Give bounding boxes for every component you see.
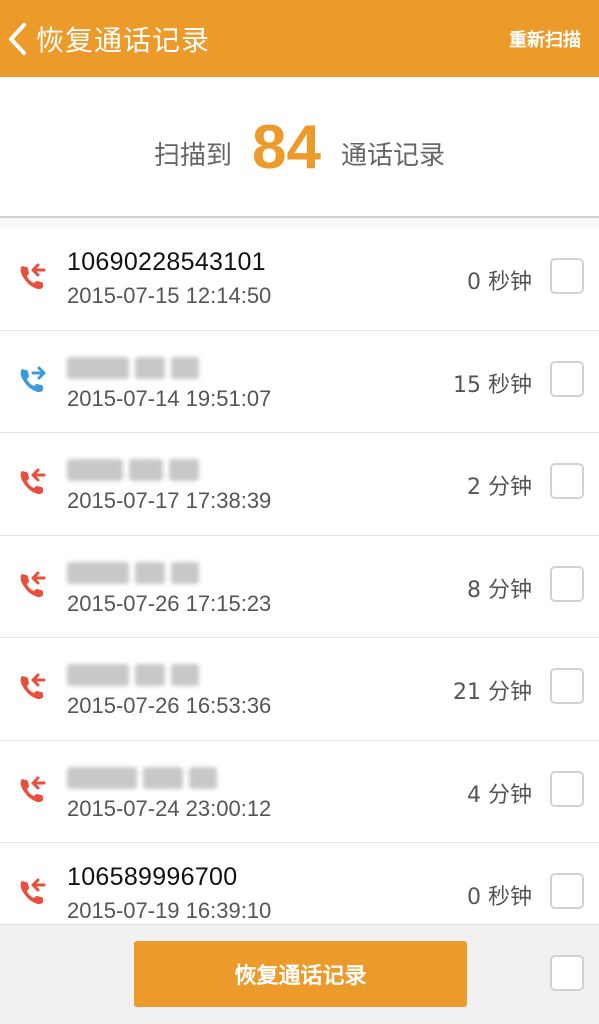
call-log-list[interactable]: 10690228543101 2015-07-15 12:14:50 0 秒钟 201… [0, 218, 599, 924]
call-duration: 0 秒钟 [467, 885, 532, 910]
bottom-bar: 恢复通话记录 [0, 924, 599, 1024]
summary-suffix: 通话记录 [340, 140, 445, 171]
chevron-left-icon [9, 22, 26, 55]
call-timestamp: 2015-07-24 23:00:12 [67, 795, 272, 821]
call-row[interactable]: 2015-07-24 23:00:12 4 分钟 [0, 740, 599, 843]
call-row[interactable]: 10690228543101 2015-07-15 12:14:50 0 秒钟 [0, 228, 599, 331]
obscured-phone-number [67, 766, 217, 789]
incoming-call-icon [20, 571, 46, 597]
back-button[interactable] [0, 0, 30, 77]
call-timestamp: 2015-07-26 16:53:36 [67, 693, 272, 718]
obscured-phone-number [67, 356, 199, 379]
call-timestamp: 2015-07-14 19:51:07 [67, 385, 272, 411]
select-checkbox[interactable] [550, 873, 584, 909]
outgoing-call-icon [20, 366, 46, 392]
incoming-call-icon [20, 468, 46, 495]
select-checkbox[interactable] [550, 360, 584, 397]
call-row[interactable]: 106589996700 2015-07-19 16:39:10 0 秒钟 [0, 843, 599, 924]
call-timestamp: 2015-07-19 16:39:10 [67, 898, 272, 923]
call-timestamp: 2015-07-15 12:14:50 [67, 283, 272, 308]
call-duration: 15 秒钟 [453, 372, 532, 398]
select-all-checkbox[interactable] [550, 955, 584, 991]
scan-summary: 扫描到 84 通话记录 [0, 77, 599, 217]
phone-number: 10690228543101 [67, 248, 266, 276]
select-checkbox[interactable] [550, 463, 584, 499]
call-timestamp: 2015-07-26 17:15:23 [67, 590, 272, 616]
select-checkbox[interactable] [550, 770, 584, 807]
call-duration: 21 分钟 [453, 680, 532, 705]
incoming-call-icon [20, 673, 46, 700]
scan-count: 84 [252, 112, 321, 182]
obscured-phone-number [67, 664, 199, 686]
call-row[interactable]: 2015-07-14 19:51:07 15 秒钟 [0, 330, 599, 433]
select-checkbox[interactable] [550, 258, 584, 294]
page-title: 恢复通话记录 [36, 23, 211, 57]
incoming-call-icon [20, 878, 46, 905]
call-row[interactable]: 2015-07-26 16:53:36 21 分钟 [0, 638, 599, 741]
call-duration: 2 分钟 [467, 475, 532, 500]
call-duration: 8 分钟 [467, 577, 532, 603]
obscured-phone-number [67, 561, 199, 584]
call-timestamp: 2015-07-17 17:38:39 [67, 488, 272, 513]
call-duration: 0 秒钟 [467, 270, 532, 295]
select-checkbox[interactable] [550, 565, 584, 602]
obscured-phone-number [67, 459, 199, 481]
call-duration: 4 分钟 [467, 782, 532, 808]
call-row[interactable]: 2015-07-17 17:38:39 2 分钟 [0, 433, 599, 536]
incoming-call-icon [20, 263, 46, 290]
restore-call-log-button[interactable]: 恢复通话记录 [134, 941, 467, 1007]
call-row[interactable]: 2015-07-26 17:15:23 8 分钟 [0, 535, 599, 638]
rescan-button[interactable]: 重新扫描 [509, 26, 581, 52]
summary-prefix: 扫描到 [154, 140, 233, 171]
incoming-call-icon [20, 776, 46, 802]
app-header: 恢复通话记录 重新扫描 [0, 0, 599, 77]
select-checkbox[interactable] [550, 668, 584, 704]
phone-number: 106589996700 [67, 863, 238, 891]
